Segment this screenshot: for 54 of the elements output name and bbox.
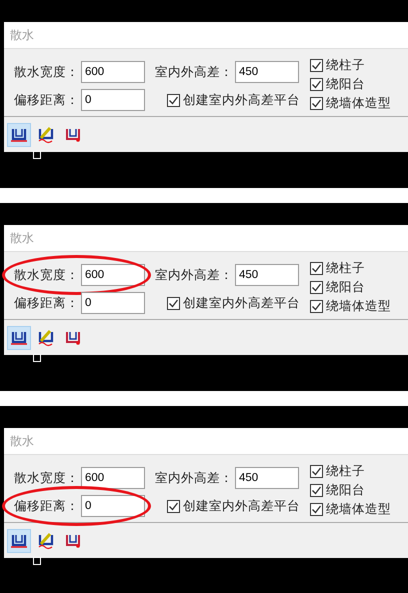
field-label: 室内外高差： [155, 470, 233, 486]
checkbox-label: 创建室内外高差平台 [183, 498, 300, 514]
field-label: 偏移距离： [14, 294, 79, 312]
pencil-outline-icon [37, 126, 55, 144]
input-field[interactable]: 450 [235, 467, 299, 489]
window-title: 散水 [10, 230, 34, 246]
checkbox[interactable] [310, 503, 323, 516]
checkbox[interactable] [310, 97, 323, 110]
checkbox-label: 绕阳台 [326, 279, 365, 296]
checkbox[interactable] [310, 59, 323, 72]
checkbox[interactable] [310, 281, 323, 294]
checkbox[interactable] [310, 78, 323, 91]
toolbar-button[interactable] [7, 528, 31, 552]
resize-handle [33, 354, 41, 362]
toolbar-button[interactable] [7, 326, 31, 350]
input-field[interactable]: 600 [81, 264, 145, 286]
checkbox[interactable] [310, 465, 323, 478]
input-field[interactable]: 0 [81, 89, 145, 111]
window-title: 散水 [10, 432, 34, 450]
checkbox-label: 绕阳台 [326, 482, 365, 499]
pencil-outline-icon [37, 328, 55, 346]
field-label: 散水宽度： [14, 64, 79, 80]
field-label: 偏移距离： [14, 92, 79, 108]
input-field[interactable]: 450 [235, 264, 299, 286]
checkbox[interactable] [310, 300, 323, 313]
checkbox[interactable] [167, 296, 180, 310]
checkbox[interactable] [310, 262, 323, 275]
checkbox[interactable] [167, 500, 180, 512]
checkbox-label: 绕柱子 [326, 463, 365, 480]
checkbox[interactable] [310, 484, 323, 497]
checkbox-label: 创建室内外高差平台 [183, 92, 300, 108]
input-field[interactable]: 450 [235, 61, 299, 83]
window-title: 散水 [10, 26, 34, 44]
checkbox-label: 绕墙体造型 [326, 501, 391, 518]
field-label: 散水宽度： [14, 470, 79, 486]
input-field[interactable]: 0 [81, 292, 145, 314]
resize-handle [33, 557, 41, 565]
checkbox-label: 绕柱子 [326, 260, 365, 277]
field-label: 室内外高差： [155, 266, 233, 284]
pencil-outline-icon [37, 532, 55, 550]
checkbox-label: 创建室内外高差平台 [183, 294, 300, 312]
checkbox[interactable] [167, 94, 180, 106]
checkbox-label: 绕柱子 [326, 57, 365, 74]
input-field[interactable]: 0 [81, 495, 145, 517]
input-field[interactable]: 600 [81, 467, 145, 489]
toolbar-button[interactable] [7, 122, 31, 146]
field-label: 偏移距离： [14, 498, 79, 514]
checkbox-label: 绕阳台 [326, 76, 365, 93]
checkbox-label: 绕墙体造型 [326, 95, 391, 112]
field-label: 室内外高差： [155, 64, 233, 80]
input-field[interactable]: 600 [81, 61, 145, 83]
field-label: 散水宽度： [14, 266, 79, 284]
resize-handle [33, 151, 41, 159]
checkbox-label: 绕墙体造型 [326, 298, 391, 315]
